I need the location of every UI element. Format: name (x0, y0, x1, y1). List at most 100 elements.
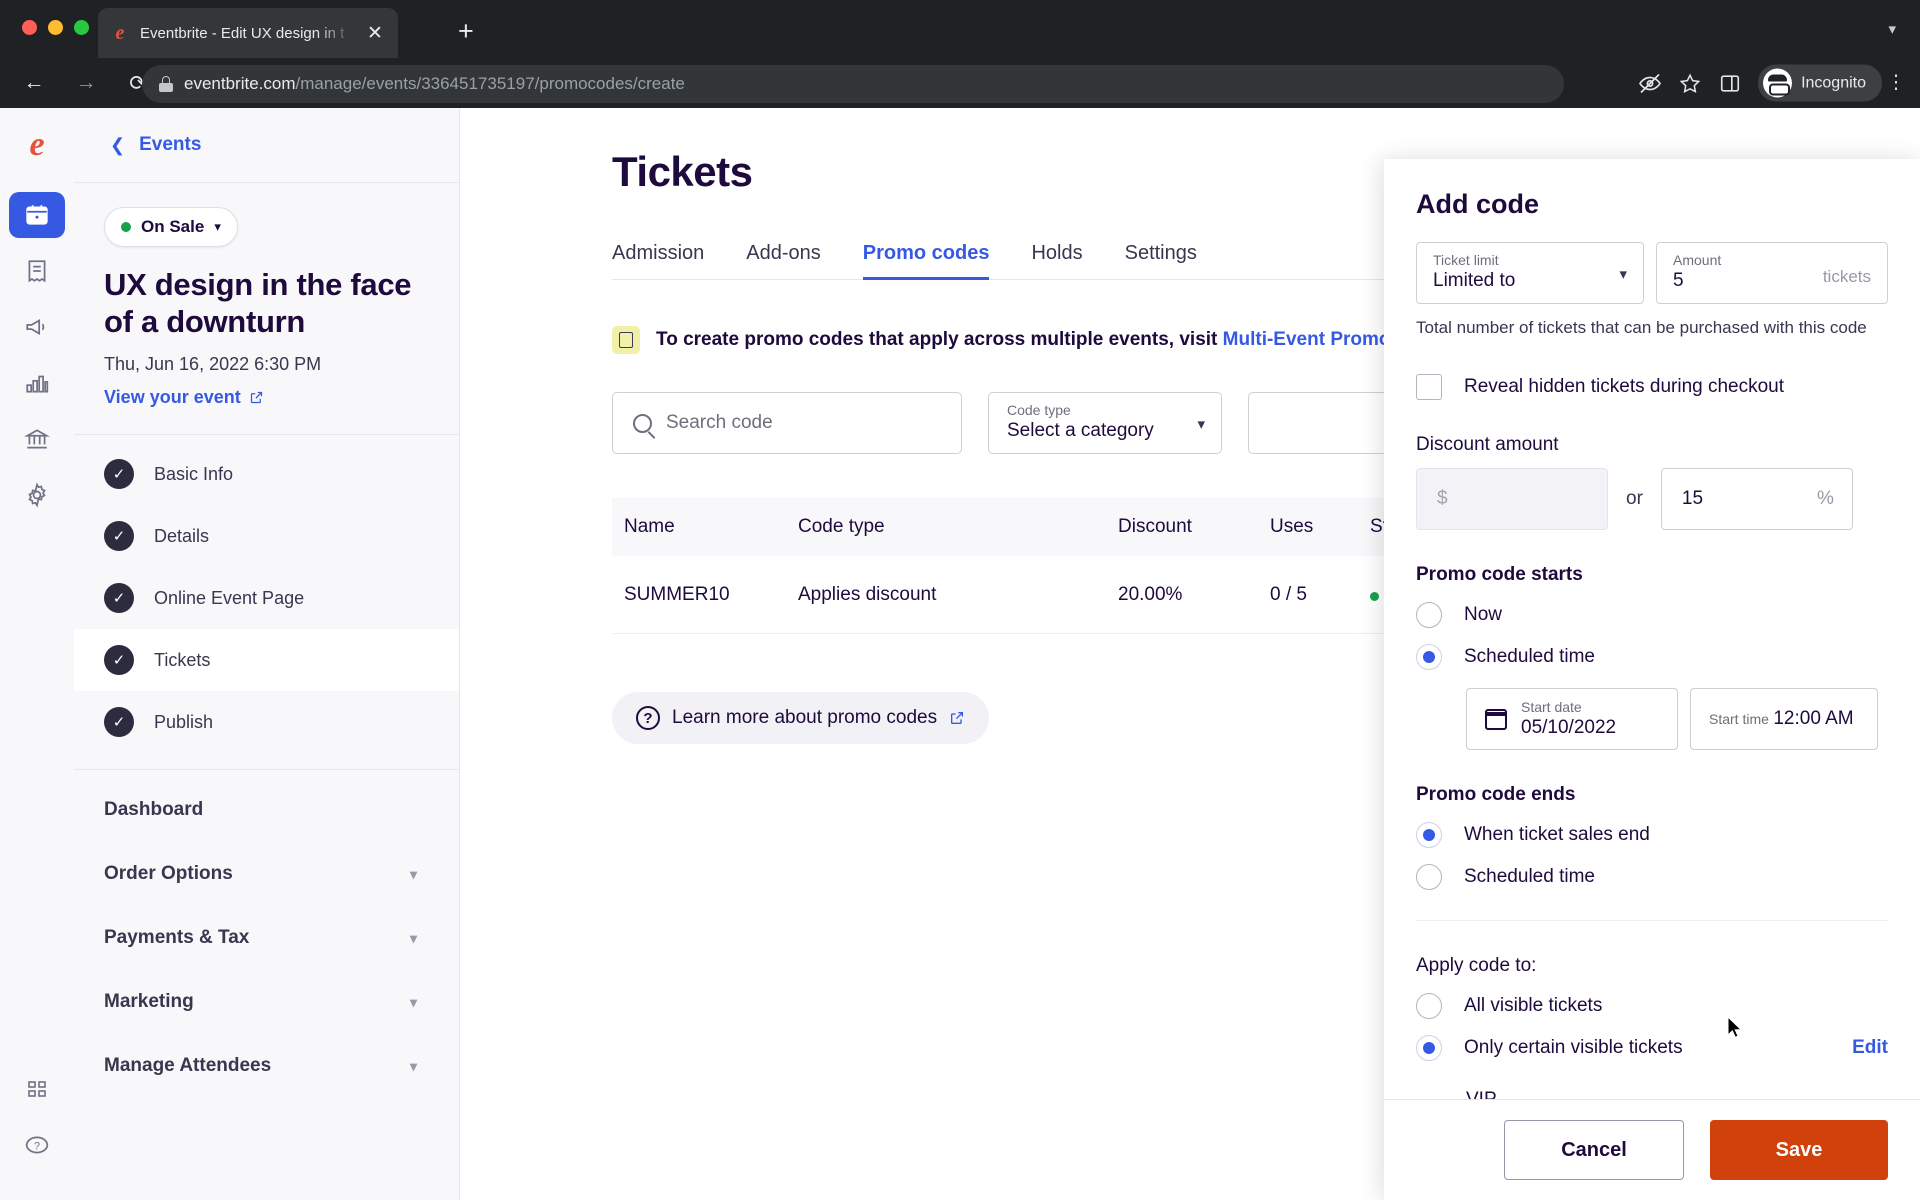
radio-icon-selected[interactable] (1416, 644, 1442, 670)
reveal-hidden-checkbox[interactable] (1416, 374, 1442, 400)
ticket-limit-select[interactable]: Ticket limit Limited to ▾ (1416, 242, 1644, 304)
rail-item-finance[interactable] (9, 416, 65, 462)
sidebar-item-tickets[interactable]: ✓ Tickets (74, 629, 459, 692)
view-your-event-link[interactable]: View your event (104, 387, 264, 408)
sidebar-item-marketing[interactable]: Marketing ▾ (74, 970, 459, 1034)
apply-certain-tickets-option[interactable]: Only certain visible tickets Edit (1416, 1035, 1888, 1061)
learn-more-chip[interactable]: ? Learn more about promo codes (612, 692, 990, 744)
tab-promo-codes[interactable]: Promo codes (862, 242, 989, 280)
percent-suffix: % (1817, 488, 1834, 509)
rail-item-orders[interactable] (9, 248, 65, 294)
radio-icon[interactable] (1416, 864, 1442, 890)
rail-item-marketing[interactable] (9, 304, 65, 350)
radio-icon[interactable] (1416, 602, 1442, 628)
sidebar-item-payments-tax[interactable]: Payments & Tax ▾ (74, 906, 459, 970)
sidebar-item-label: Tickets (154, 649, 211, 670)
minimize-window-button[interactable] (48, 20, 63, 35)
discount-money-input[interactable]: $ (1416, 468, 1608, 530)
chevron-down-icon: ▾ (409, 993, 417, 1010)
chevron-down-icon: ▾ (1619, 266, 1627, 283)
ends-scheduled-option[interactable]: Scheduled time (1416, 864, 1888, 890)
radio-icon-selected[interactable] (1416, 822, 1442, 848)
sidebar-item-manage-attendees[interactable]: Manage Attendees ▾ (74, 1034, 459, 1098)
calendar-icon (26, 205, 48, 225)
radio-icon[interactable] (1416, 993, 1442, 1019)
discount-percent-value: 15 (1681, 488, 1704, 509)
rail-item-reports[interactable] (9, 360, 65, 406)
calendar-icon (1485, 708, 1507, 730)
discount-percent-input[interactable]: 15 % (1660, 468, 1853, 530)
close-icon[interactable]: ✕ (364, 24, 386, 43)
reveal-hidden-row[interactable]: Reveal hidden tickets during checkout (1416, 374, 1888, 400)
help-circle-icon: ? (25, 1136, 49, 1154)
column-header-discount: Discount (1118, 516, 1192, 537)
starts-now-option[interactable]: Now (1416, 602, 1888, 628)
sidebar-item-dashboard[interactable]: Dashboard (74, 778, 459, 842)
browser-tab[interactable]: e Eventbrite - Edit UX design in t ✕ (98, 8, 398, 58)
status-badge[interactable]: On Sale ▾ (104, 207, 238, 247)
sidebar-section-label: Manage Attendees (104, 1055, 272, 1077)
edit-tickets-link[interactable]: Edit (1852, 1037, 1888, 1059)
start-datetime-row: Start date 05/10/2022 Start time 12:00 A… (1466, 688, 1888, 750)
tab-settings[interactable]: Settings (1125, 242, 1197, 279)
amount-input[interactable]: Amount 5 tickets (1656, 242, 1888, 304)
start-date-input[interactable]: Start date 05/10/2022 (1466, 688, 1678, 750)
search-placeholder: Search code (666, 412, 773, 433)
chevron-down-icon[interactable]: ▾ (1888, 20, 1896, 38)
lock-icon (158, 76, 174, 92)
tab-holds[interactable]: Holds (1031, 242, 1082, 279)
rail-item-settings[interactable] (9, 472, 65, 518)
apply-certain-label: Only certain visible tickets (1464, 1037, 1683, 1058)
drawer-footer: Cancel Save (1384, 1099, 1920, 1200)
check-icon: ✓ (104, 707, 134, 738)
save-button[interactable]: Save (1710, 1120, 1888, 1180)
ends-when-sales-end-option[interactable]: When ticket sales end (1416, 822, 1888, 848)
eventbrite-logo[interactable]: e (0, 108, 74, 182)
back-to-events-link[interactable]: ❮ Events (74, 108, 459, 183)
url-text: eventbrite.com/manage/events/33645173519… (184, 74, 685, 94)
starts-scheduled-label: Scheduled time (1464, 646, 1595, 667)
chevron-down-icon: ▾ (409, 929, 417, 946)
sidebar-item-publish[interactable]: ✓ Publish (74, 691, 459, 753)
cancel-button[interactable]: Cancel (1504, 1120, 1684, 1180)
tab-admission[interactable]: Admission (612, 242, 704, 279)
sidebar-item-details[interactable]: ✓ Details (74, 505, 459, 567)
sidebar-item-online-event-page[interactable]: ✓ Online Event Page (74, 567, 459, 629)
search-icon (633, 413, 652, 433)
discount-row: $ or 15 % (1416, 468, 1888, 530)
arrow-left-icon[interactable]: ← (14, 63, 54, 103)
start-time-input[interactable]: Start time 12:00 AM (1690, 688, 1878, 750)
star-icon[interactable] (1672, 65, 1708, 101)
radio-icon-selected[interactable] (1416, 1035, 1442, 1061)
close-window-button[interactable] (22, 20, 37, 35)
code-type-select[interactable]: Code type Select a category ▾ (988, 392, 1222, 454)
rail-item-apps[interactable] (9, 1066, 65, 1112)
sidebar-section-label: Order Options (104, 863, 233, 885)
profile-chip[interactable]: Incognito (1758, 64, 1882, 102)
sidebar-item-order-options[interactable]: Order Options ▾ (74, 842, 459, 906)
divider (1416, 920, 1888, 921)
search-code-field[interactable]: Search code (612, 392, 962, 454)
toolbar-right: Incognito ⋮ (1632, 64, 1906, 102)
kebab-menu-icon[interactable]: ⋮ (1886, 74, 1906, 93)
window-controls[interactable] (22, 20, 89, 35)
apps-grid-icon (28, 1081, 46, 1097)
amount-label: Amount (1673, 252, 1722, 268)
ticket-limit-row: Ticket limit Limited to ▾ Amount 5 ticke… (1416, 242, 1888, 304)
gear-icon (28, 482, 46, 508)
starts-scheduled-option[interactable]: Scheduled time (1416, 644, 1888, 670)
screen: e Eventbrite - Edit UX design in t ✕ + ▾… (0, 0, 1920, 1200)
navigation-buttons: ← → ⟳ (14, 63, 158, 103)
sidebar-item-basic-info[interactable]: ✓ Basic Info (74, 443, 459, 505)
side-panel-icon[interactable] (1712, 65, 1748, 101)
arrow-right-icon[interactable]: → (66, 63, 106, 103)
rail-item-events[interactable] (9, 192, 65, 238)
plus-icon[interactable]: + (458, 18, 474, 45)
rail-item-help[interactable]: ? (9, 1122, 65, 1168)
eye-off-icon[interactable] (1632, 65, 1668, 101)
address-bar[interactable]: eventbrite.com/manage/events/33645173519… (142, 65, 1564, 103)
apply-all-tickets-option[interactable]: All visible tickets (1416, 993, 1888, 1019)
tab-add-ons[interactable]: Add-ons (746, 242, 821, 279)
maximize-window-button[interactable] (74, 20, 89, 35)
question-circle-icon: ? (636, 706, 660, 730)
